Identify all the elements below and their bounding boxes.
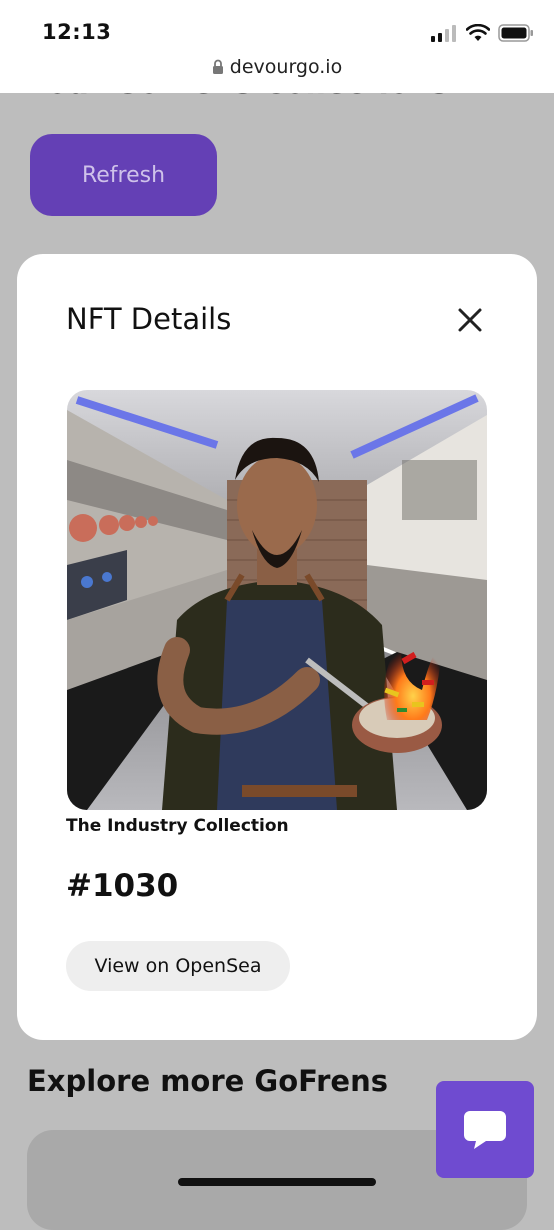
- clock: 12:13: [42, 20, 112, 44]
- view-on-opensea-button[interactable]: View on OpenSea: [66, 941, 290, 991]
- close-icon[interactable]: [454, 304, 486, 336]
- refresh-button[interactable]: Refresh: [30, 134, 217, 216]
- battery-icon: [498, 24, 533, 42]
- chat-button[interactable]: [436, 1081, 534, 1178]
- status-bar: 12:13 devourgo.io: [0, 0, 554, 93]
- system-icons: [430, 24, 534, 42]
- modal-title: NFT Details: [66, 302, 232, 336]
- url-text: devourgo.io: [229, 56, 343, 78]
- explore-heading: Explore more GoFrens: [27, 1064, 388, 1098]
- cellular-signal-icon: [431, 25, 456, 42]
- address-bar[interactable]: devourgo.io: [0, 56, 554, 78]
- chat-bubble-icon: [464, 1110, 506, 1149]
- lock-icon: [212, 59, 223, 74]
- wifi-icon: [466, 24, 490, 41]
- nft-image: [67, 390, 487, 810]
- nft-details-modal: NFT Details The Industry Collection #103…: [17, 254, 537, 1040]
- collection-name: The Industry Collection: [66, 816, 289, 836]
- token-id: #1030: [66, 868, 179, 904]
- home-indicator[interactable]: [178, 1178, 376, 1186]
